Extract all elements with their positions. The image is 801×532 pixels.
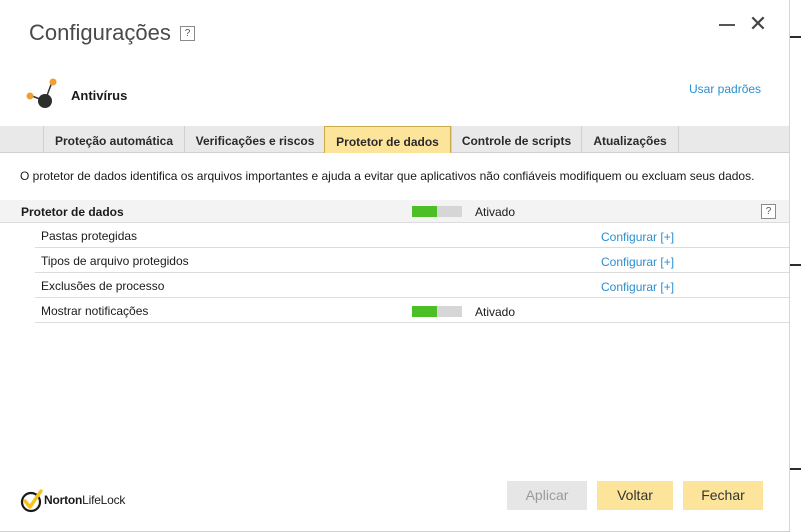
- notifications-status: Ativado: [475, 305, 516, 319]
- toggle-fill: [412, 306, 437, 317]
- list-item: Exclusões de processo Configurar [+]: [35, 273, 789, 298]
- title-help-icon[interactable]: ?: [180, 26, 195, 41]
- row-label: Exclusões de processo: [41, 279, 165, 293]
- close-icon[interactable]: ✕: [748, 12, 768, 36]
- apply-button[interactable]: Aplicar: [507, 481, 587, 510]
- antivirus-icon: [26, 78, 57, 108]
- nortonlifelock-logo: NortonLifeLock: [20, 488, 155, 514]
- close-button[interactable]: Fechar: [683, 481, 763, 510]
- window-title: Configurações: [29, 20, 171, 45]
- tab-data-protector[interactable]: Protetor de dados: [324, 126, 451, 153]
- tab-auto-protect[interactable]: Proteção automática: [43, 126, 184, 152]
- configure-file-types-link[interactable]: Configurar [+]: [601, 255, 674, 269]
- data-protector-toggle[interactable]: [412, 206, 462, 217]
- background-window-edge: [790, 0, 801, 532]
- section-header: Protetor de dados Ativado ?: [0, 200, 789, 223]
- brand-name: NortonLifeLock: [44, 493, 126, 507]
- list-item: Tipos de arquivo protegidos Configurar […: [35, 248, 789, 273]
- data-protector-description: O protetor de dados identifica os arquiv…: [20, 169, 755, 183]
- data-protector-status: Ativado: [475, 205, 516, 219]
- use-defaults-link[interactable]: Usar padrões: [689, 82, 761, 96]
- back-button[interactable]: Voltar: [597, 481, 673, 510]
- row-label: Tipos de arquivo protegidos: [41, 254, 189, 268]
- list-item: Pastas protegidas Configurar [+]: [35, 223, 789, 248]
- list-item: Mostrar notificações Ativado: [35, 298, 789, 323]
- row-label: Mostrar notificações: [41, 304, 149, 318]
- tab-scans-and-risks[interactable]: Verificações e riscos: [184, 126, 325, 152]
- notifications-toggle[interactable]: [412, 306, 462, 317]
- configure-protected-folders-link[interactable]: Configurar [+]: [601, 230, 674, 244]
- toggle-fill: [412, 206, 437, 217]
- minimize-icon[interactable]: [719, 24, 735, 26]
- product-name: Antivírus: [71, 88, 128, 103]
- settings-window: Configurações ? ✕ Antivírus Usar padrões…: [0, 0, 790, 532]
- tab-updates[interactable]: Atualizações: [581, 126, 679, 152]
- configure-process-exclusions-link[interactable]: Configurar [+]: [601, 280, 674, 294]
- tab-bar: Proteção automática Verificações e risco…: [0, 126, 789, 153]
- section-help-icon[interactable]: ?: [761, 204, 776, 219]
- tab-script-control[interactable]: Controle de scripts: [451, 126, 581, 152]
- row-label: Pastas protegidas: [41, 229, 138, 243]
- norton-check-icon: [20, 489, 43, 513]
- section-title: Protetor de dados: [21, 205, 124, 219]
